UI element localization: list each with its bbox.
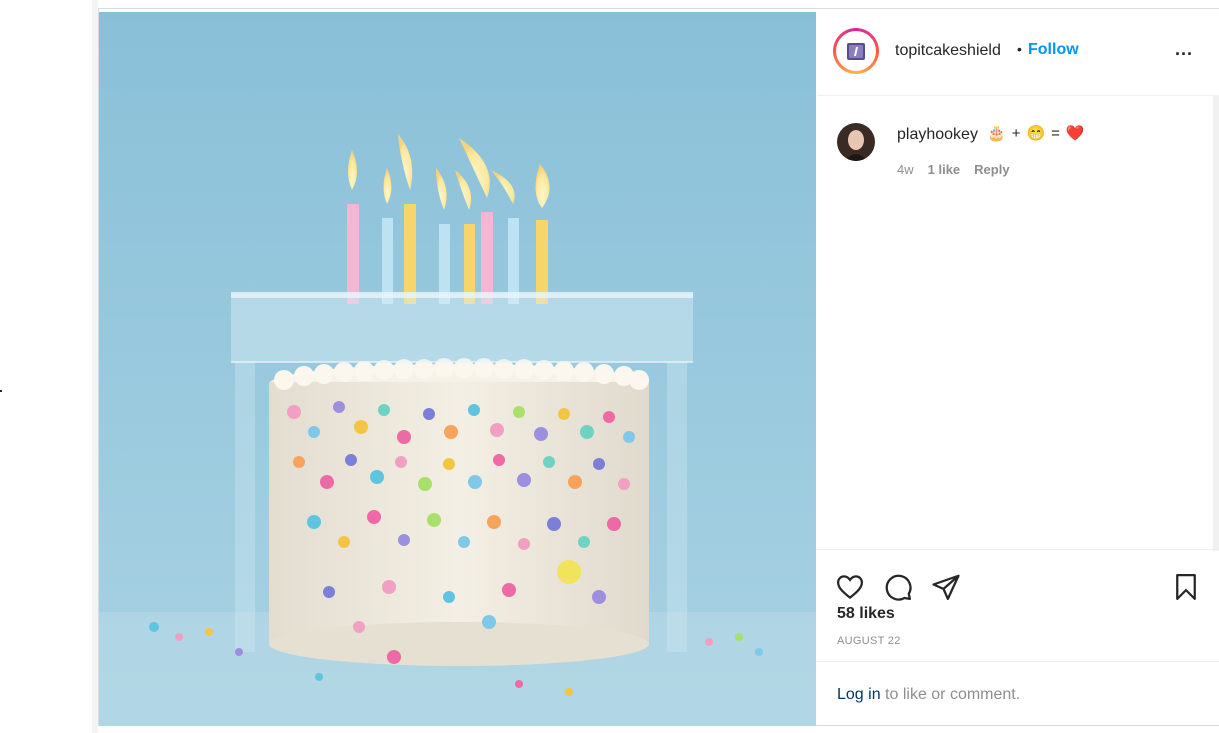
post-header: topitcakeshield • Follow ... (817, 9, 1219, 96)
cake-emoji: 🎂 (987, 125, 1006, 142)
post-sidebar: topitcakeshield • Follow ... playhookey … (817, 9, 1219, 725)
heart-emoji: ❤️ (1065, 125, 1085, 142)
grin-emoji: 😁 (1026, 125, 1046, 142)
author-avatar[interactable] (833, 28, 879, 74)
post-date: AUGUST 22 (837, 635, 901, 647)
commenter-avatar[interactable] (837, 123, 875, 161)
login-bar: Log in to like or comment. (817, 661, 1219, 726)
comment-text: 🎂 + 😁 = ❤️ (987, 124, 1085, 143)
stray-dot (0, 390, 2, 392)
author-username[interactable]: topitcakeshield (895, 42, 1001, 60)
comment-icon[interactable] (883, 572, 913, 602)
login-prompt: Log in to like or comment. (837, 686, 1020, 704)
likes-count[interactable]: 58 likes (837, 605, 895, 623)
avatar-inner (836, 31, 876, 71)
heart-icon[interactable] (835, 572, 865, 602)
post-actions: 58 likes AUGUST 22 (817, 549, 1219, 662)
post-card: topitcakeshield • Follow ... playhookey … (98, 8, 1219, 726)
comment-meta: 4w 1 like Reply (897, 162, 1010, 177)
header-separator: • (1017, 41, 1022, 57)
comment-likes[interactable]: 1 like (928, 162, 961, 177)
reply-button[interactable]: Reply (974, 162, 1009, 177)
equals-sign: = (1051, 124, 1060, 142)
shield-logo-icon (847, 43, 865, 60)
comments-list: playhookey 🎂 + 😁 = ❤️ 4w 1 like Reply (817, 96, 1219, 548)
share-icon[interactable] (931, 572, 961, 602)
bookmark-icon[interactable] (1171, 572, 1201, 602)
comment-age[interactable]: 4w (897, 162, 914, 177)
ellipsis-icon[interactable]: ... (1175, 39, 1193, 60)
plus-sign: + (1011, 124, 1021, 142)
comment-username[interactable]: playhookey (897, 126, 978, 144)
follow-button[interactable]: Follow (1028, 41, 1079, 59)
login-link[interactable]: Log in (837, 686, 881, 703)
comments-scrollbar[interactable] (1213, 95, 1219, 551)
login-prompt-text: to like or comment. (880, 686, 1021, 703)
post-image[interactable] (99, 12, 816, 726)
